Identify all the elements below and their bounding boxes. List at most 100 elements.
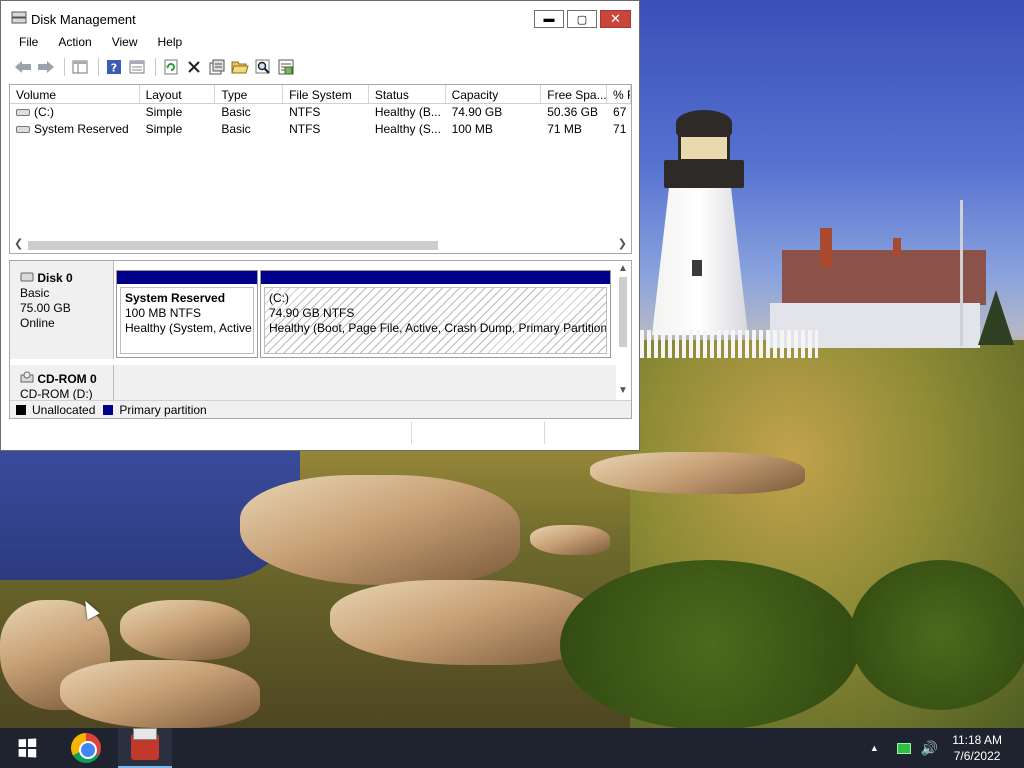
- cdrom-name: CD-ROM 0: [37, 372, 97, 386]
- shrub: [560, 560, 860, 728]
- cdrom-0-row: CD-ROM 0 CD-ROM (D:): [10, 365, 616, 403]
- disk-management-window: Disk Management ▬ ▢ ✕ File Action View H…: [0, 0, 640, 451]
- rock: [330, 580, 600, 665]
- scroll-right-icon[interactable]: ❯: [618, 237, 627, 250]
- delete-icon[interactable]: [184, 57, 204, 77]
- partition-name: System Reserved: [125, 291, 226, 305]
- search-icon[interactable]: [253, 57, 273, 77]
- rock: [530, 525, 610, 555]
- legend-primary-partition: Primary partition: [119, 402, 207, 417]
- vertical-scrollbar[interactable]: ▲ ▼: [614, 261, 631, 401]
- capacity-cell: 74.90 GB: [451, 105, 503, 119]
- column-header-layout[interactable]: Layout: [140, 85, 216, 103]
- clock[interactable]: 11:18 AM 7/6/2022: [952, 732, 1002, 764]
- disk-type: Basic: [20, 286, 50, 300]
- menu-help[interactable]: Help: [148, 33, 193, 53]
- menu-view[interactable]: View: [102, 33, 148, 53]
- legend-unallocated: Unallocated: [32, 402, 96, 417]
- menu-action[interactable]: Action: [48, 33, 101, 53]
- partition-bar: [117, 271, 257, 284]
- rock: [120, 600, 250, 660]
- show-hide-console-tree-icon[interactable]: [70, 57, 90, 77]
- file-system-cell: NTFS: [289, 105, 321, 119]
- status-pane: [412, 422, 545, 444]
- toolbar-separator: [155, 58, 156, 76]
- refresh-icon[interactable]: [161, 57, 181, 77]
- free-space-cell: 71 MB: [547, 122, 582, 136]
- partition-system-reserved[interactable]: System Reserved 100 MB NTFS Healthy (Sys…: [116, 270, 258, 358]
- partition-size: 100 MB NTFS: [125, 306, 202, 320]
- disk-size: 75.00 GB: [20, 301, 71, 315]
- chimney: [820, 228, 832, 268]
- column-header-percent-free[interactable]: % F: [607, 85, 631, 103]
- chrome-taskbar-button[interactable]: [59, 728, 113, 768]
- minimize-button[interactable]: ▬: [534, 10, 564, 28]
- lighthouse-lamp: [678, 134, 730, 162]
- partition-c[interactable]: (C:) 74.90 GB NTFS Healthy (Boot, Page F…: [260, 270, 611, 358]
- disk-0-label[interactable]: Disk 0 Basic 75.00 GB Online: [10, 261, 114, 359]
- lighthouse-cap: [676, 110, 732, 136]
- chrome-icon: [71, 733, 101, 763]
- table-row[interactable]: (C:) Simple Basic NTFS Healthy (B... 74.…: [10, 104, 631, 121]
- export-list-icon[interactable]: [276, 57, 296, 77]
- lighthouse-window: [690, 258, 704, 278]
- maximize-button[interactable]: ▢: [567, 10, 597, 28]
- help-icon[interactable]: ?: [104, 57, 124, 77]
- partition-bar: [261, 271, 610, 284]
- partition-status: Healthy (Boot, Page File, Active, Crash …: [269, 321, 607, 335]
- properties-list-icon[interactable]: [127, 57, 147, 77]
- partition-size: 74.90 GB NTFS: [269, 306, 355, 320]
- volume-list-header: Volume Layout Type File System Status Ca…: [10, 85, 631, 104]
- close-button[interactable]: ✕: [600, 10, 631, 28]
- layout-cell: Simple: [145, 105, 183, 119]
- cdrom-0-label[interactable]: CD-ROM 0 CD-ROM (D:): [10, 365, 114, 403]
- column-header-free-space[interactable]: Free Spa...: [541, 85, 608, 103]
- show-hidden-icons-icon[interactable]: ▲: [870, 743, 879, 753]
- table-row[interactable]: System Reserved Simple Basic NTFS Health…: [10, 121, 631, 138]
- disk-management-taskbar-button[interactable]: [118, 728, 172, 768]
- partition-body: (C:) 74.90 GB NTFS Healthy (Boot, Page F…: [264, 287, 607, 354]
- menu-file[interactable]: File: [9, 33, 48, 53]
- disk-icon: [20, 272, 34, 282]
- unallocated-swatch: [16, 404, 26, 415]
- scrollbar-thumb[interactable]: [28, 241, 438, 250]
- status-pane: [9, 422, 412, 444]
- disk-0-row: Disk 0 Basic 75.00 GB Online System Rese…: [10, 261, 616, 359]
- network-icon[interactable]: [896, 742, 911, 754]
- toolbar-separator: [98, 58, 99, 76]
- partition-body: System Reserved 100 MB NTFS Healthy (Sys…: [120, 287, 254, 354]
- flag-pole: [960, 200, 963, 346]
- toolbar: ?: [9, 55, 631, 79]
- column-header-status[interactable]: Status: [369, 85, 446, 103]
- free-space-cell: 50.36 GB: [547, 105, 598, 119]
- column-header-capacity[interactable]: Capacity: [446, 85, 542, 103]
- clock-date: 7/6/2022: [953, 749, 1001, 763]
- percent-free-cell: 67: [613, 105, 627, 119]
- column-header-type[interactable]: Type: [215, 85, 284, 103]
- status-cell: Healthy (S...: [374, 122, 441, 136]
- start-button[interactable]: [0, 728, 54, 768]
- partition-status: Healthy (System, Active, Primar: [125, 321, 254, 335]
- shrub: [850, 560, 1024, 710]
- layout-cell: Simple: [145, 122, 183, 136]
- volume-list: Volume Layout Type File System Status Ca…: [9, 84, 632, 254]
- primary-partition-swatch: [103, 404, 114, 415]
- forward-arrow-icon[interactable]: [36, 57, 56, 77]
- open-icon[interactable]: [230, 57, 250, 77]
- scroll-up-icon[interactable]: ▲: [618, 263, 628, 274]
- scrollbar-thumb[interactable]: [619, 277, 627, 347]
- disk-state: Online: [20, 316, 55, 330]
- scroll-left-icon[interactable]: ❮: [14, 237, 23, 250]
- column-header-file-system[interactable]: File System: [283, 85, 369, 103]
- column-header-volume[interactable]: Volume: [10, 85, 140, 103]
- horizontal-scrollbar[interactable]: ❮ ❯: [10, 236, 631, 253]
- taskbar: ▲ 🔊 11:18 AM 7/6/2022: [0, 728, 1024, 768]
- title-bar[interactable]: Disk Management ▬ ▢ ✕: [1, 1, 639, 35]
- volume-icon[interactable]: 🔊: [921, 740, 938, 757]
- properties-icon[interactable]: [207, 57, 227, 77]
- rock: [240, 475, 520, 585]
- scroll-down-icon[interactable]: ▼: [618, 385, 628, 396]
- disk-map: Disk 0 Basic 75.00 GB Online System Rese…: [9, 260, 632, 419]
- capacity-cell: 100 MB: [451, 122, 493, 136]
- back-arrow-icon[interactable]: [13, 57, 33, 77]
